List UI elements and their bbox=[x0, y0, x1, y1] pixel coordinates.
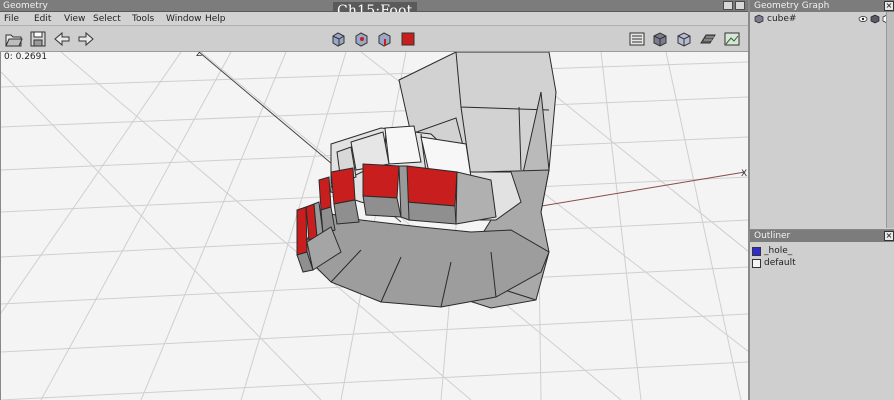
menu-window[interactable]: Window bbox=[166, 12, 202, 26]
menu-tools[interactable]: Tools bbox=[132, 12, 154, 26]
material-swatch bbox=[752, 246, 761, 256]
outliner-row-label: _hole_ bbox=[764, 246, 793, 256]
redo-arrow-icon[interactable] bbox=[76, 29, 96, 49]
toolbar bbox=[0, 26, 748, 52]
foot-model-scene: Z X bbox=[1, 52, 748, 400]
graph-node[interactable]: cube# bbox=[754, 14, 796, 24]
cube-face-select-icon[interactable] bbox=[398, 29, 418, 49]
shaded-cube-toggle-icon[interactable] bbox=[870, 14, 880, 24]
outliner-close-icon[interactable]: × bbox=[884, 231, 894, 241]
shaded-cube-icon[interactable] bbox=[650, 29, 670, 49]
cube-wire-select-icon[interactable] bbox=[328, 29, 348, 49]
menu-bar: File Edit View Select Tools Window Help bbox=[0, 12, 748, 26]
3d-viewport[interactable]: 0: 0.2691 Z X bbox=[0, 52, 748, 400]
cube-edge-select-icon[interactable] bbox=[374, 29, 394, 49]
menu-edit[interactable]: Edit bbox=[34, 12, 51, 26]
outliner-panel: _hole_ default bbox=[750, 242, 894, 400]
geometry-graph-panel: cube# bbox=[750, 12, 894, 230]
menu-file[interactable]: File bbox=[4, 12, 19, 26]
viewport-readout: 0: 0.2691 bbox=[4, 52, 48, 62]
maximize-button[interactable] bbox=[735, 1, 745, 10]
window-title: Geometry bbox=[3, 1, 48, 11]
close-icon[interactable]: × bbox=[884, 1, 894, 11]
material-swatch bbox=[752, 258, 761, 268]
minimize-button[interactable] bbox=[723, 1, 733, 10]
camera-view-icon[interactable] bbox=[722, 29, 742, 49]
undo-arrow-icon[interactable] bbox=[52, 29, 72, 49]
eye-visibility-icon[interactable] bbox=[858, 14, 868, 24]
geometry-window: Geometry Ch15:Foot File Edit View Select… bbox=[0, 0, 748, 400]
graph-node-label: cube# bbox=[767, 14, 797, 24]
menu-view[interactable]: View bbox=[64, 12, 85, 26]
z-axis-label: Z bbox=[196, 52, 202, 59]
outliner-title-bar[interactable]: Outliner × bbox=[750, 230, 894, 242]
cube-node-icon bbox=[754, 14, 764, 24]
outliner-row[interactable]: default bbox=[752, 258, 796, 268]
wireframe-cube-icon[interactable] bbox=[674, 29, 694, 49]
open-folder-icon[interactable] bbox=[4, 29, 24, 49]
menu-help[interactable]: Help bbox=[205, 12, 226, 26]
menu-select[interactable]: Select bbox=[93, 12, 121, 26]
geometry-graph-title: Geometry Graph bbox=[754, 1, 830, 11]
save-icon[interactable] bbox=[28, 29, 48, 49]
outliner-title: Outliner bbox=[754, 231, 791, 241]
grid-plane-icon[interactable] bbox=[698, 29, 718, 49]
outliner-row[interactable]: _hole_ bbox=[752, 246, 792, 256]
cube-vertex-select-icon[interactable] bbox=[351, 29, 371, 49]
foot-mesh bbox=[296, 52, 557, 309]
geometry-graph-title-bar[interactable]: Geometry Graph × bbox=[750, 0, 894, 12]
side-panels: Geometry Graph × cube# Outliner × _hole_… bbox=[748, 0, 894, 400]
x-axis-label: X bbox=[741, 169, 747, 179]
graph-scrollbar[interactable] bbox=[886, 12, 894, 228]
outliner-row-label: default bbox=[764, 258, 796, 268]
panel-layout-icon[interactable] bbox=[627, 29, 647, 49]
